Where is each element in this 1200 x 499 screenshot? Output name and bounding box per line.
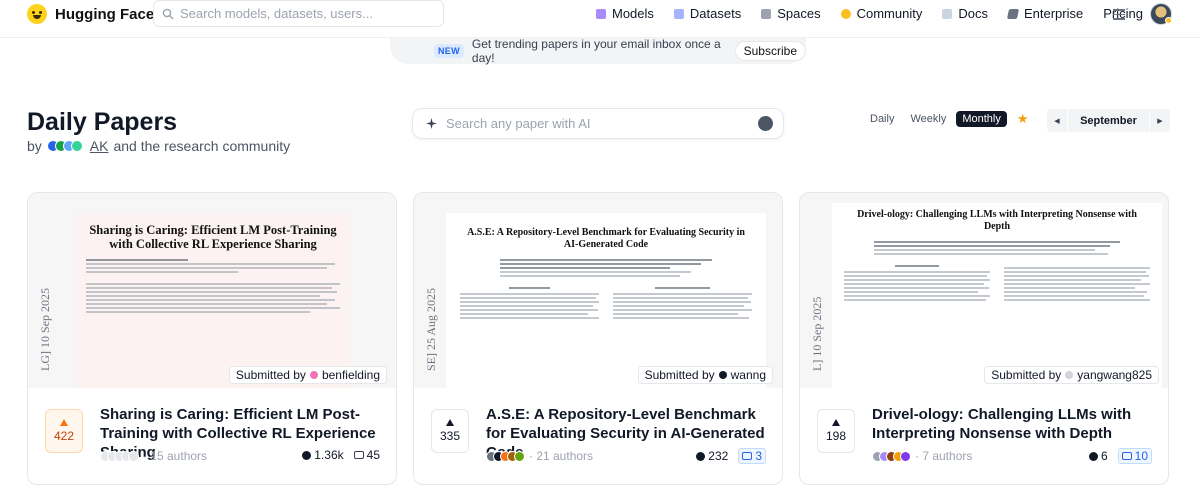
paper-authors[interactable]: · 7 authors bbox=[872, 449, 972, 463]
nav-docs[interactable]: Docs bbox=[942, 6, 988, 21]
paper-thumbnail[interactable]: A.S.E: A Repository-Level Benchmark for … bbox=[414, 193, 782, 388]
community-icon bbox=[840, 8, 851, 19]
submitter-avatar bbox=[718, 371, 727, 379]
thumbnail-title: Sharing is Caring: Efficient LM Post-Tra… bbox=[89, 223, 337, 251]
submitter-avatar bbox=[309, 371, 318, 379]
comments-count[interactable]: 10 bbox=[1117, 448, 1152, 464]
github-stars[interactable]: 6 bbox=[1088, 449, 1108, 463]
upvote-arrow-icon bbox=[832, 419, 840, 426]
search-icon bbox=[162, 8, 174, 19]
thumbnail-title: Drivel-ology: Challenging LLMs with Inte… bbox=[857, 209, 1137, 232]
comment-icon bbox=[742, 452, 753, 460]
arxiv-side-date: L] 10 Sep 2025 bbox=[810, 296, 824, 371]
star-icon[interactable]: ★ bbox=[1017, 111, 1029, 127]
paper-card[interactable]: Sharing is Caring: Efficient LM Post-Tra… bbox=[27, 192, 397, 485]
period-tabs: Daily Weekly Monthly ★ bbox=[864, 111, 1029, 127]
upvote-button[interactable]: 422 bbox=[45, 409, 83, 453]
hugging-face-logo-icon bbox=[27, 4, 47, 24]
brand-name: Hugging Face bbox=[55, 5, 155, 23]
nav-enterprise[interactable]: Enterprise bbox=[1006, 6, 1083, 21]
paper-stats: 232 3 bbox=[696, 448, 766, 464]
newsletter-banner: NEW Get trending papers in your email in… bbox=[390, 37, 806, 65]
spaces-icon bbox=[761, 8, 772, 19]
ai-paper-search[interactable] bbox=[412, 108, 784, 139]
paper-authors[interactable]: · 21 authors bbox=[486, 449, 593, 463]
tab-monthly[interactable]: Monthly bbox=[956, 111, 1007, 127]
submitted-by[interactable]: Submitted by yangwang825 bbox=[984, 366, 1159, 384]
submitted-by[interactable]: Submitted by benfielding bbox=[228, 366, 387, 384]
sparkle-icon bbox=[426, 118, 437, 129]
models-icon bbox=[596, 8, 606, 19]
prev-month-button[interactable]: ◀ bbox=[1047, 109, 1067, 132]
comments-count[interactable]: 45 bbox=[353, 448, 380, 462]
nav-community[interactable]: Community bbox=[840, 6, 922, 21]
submitted-by[interactable]: Submitted by wanng bbox=[637, 366, 773, 384]
author-avatars bbox=[872, 450, 911, 462]
datasets-icon bbox=[673, 8, 684, 19]
paper-authors[interactable]: · 15 authors bbox=[100, 449, 207, 463]
github-stars[interactable]: 232 bbox=[696, 449, 728, 463]
top-nav: Hugging Face Models Datasets Spaces Comm… bbox=[0, 0, 1200, 38]
comment-icon bbox=[1121, 452, 1132, 460]
tab-daily[interactable]: Daily bbox=[864, 111, 900, 127]
comments-count[interactable]: 3 bbox=[738, 448, 766, 464]
next-month-button[interactable]: ▶ bbox=[1150, 109, 1170, 132]
paper-stats: 1.36k 45 bbox=[302, 448, 380, 462]
menu-icon[interactable] bbox=[1113, 9, 1125, 23]
upvote-arrow-icon bbox=[60, 419, 68, 426]
subscribe-button[interactable]: Subscribe bbox=[734, 41, 806, 61]
author-link[interactable]: AK bbox=[90, 138, 109, 154]
site-search[interactable] bbox=[153, 0, 444, 27]
nav-models[interactable]: Models bbox=[596, 6, 654, 21]
paper-thumbnail[interactable]: Sharing is Caring: Efficient LM Post-Tra… bbox=[28, 193, 396, 388]
tab-weekly[interactable]: Weekly bbox=[904, 111, 952, 127]
search-input[interactable] bbox=[180, 6, 420, 21]
current-month[interactable]: September bbox=[1067, 109, 1150, 132]
comment-icon bbox=[353, 451, 364, 459]
arxiv-side-date: LG] 10 Sep 2025 bbox=[38, 288, 52, 371]
arxiv-side-date: SE] 25 Aug 2025 bbox=[424, 287, 438, 371]
upvote-arrow-icon bbox=[446, 419, 454, 426]
enterprise-icon bbox=[1006, 8, 1020, 19]
author-avatars bbox=[486, 450, 525, 462]
github-icon bbox=[696, 451, 706, 461]
upvote-button[interactable]: 198 bbox=[817, 409, 855, 453]
github-icon bbox=[1088, 451, 1098, 461]
curator-avatars bbox=[46, 140, 83, 152]
paper-card[interactable]: Drivel-ology: Challenging LLMs with Inte… bbox=[799, 192, 1169, 485]
docs-icon bbox=[942, 8, 953, 19]
byline: by AK and the research community bbox=[27, 138, 291, 154]
github-icon bbox=[302, 450, 312, 460]
nav-spaces[interactable]: Spaces bbox=[761, 6, 821, 21]
paper-thumbnail[interactable]: Drivel-ology: Challenging LLMs with Inte… bbox=[800, 193, 1168, 388]
brand-logo[interactable]: Hugging Face bbox=[27, 4, 154, 24]
ai-search-button-icon[interactable] bbox=[758, 116, 773, 131]
month-navigator: ◀ September ▶ bbox=[1047, 109, 1170, 132]
author-avatars bbox=[100, 450, 139, 462]
paper-stats: 6 10 bbox=[1088, 448, 1152, 464]
github-stars[interactable]: 1.36k bbox=[302, 448, 344, 462]
submitter-avatar bbox=[1065, 371, 1074, 379]
paper-card[interactable]: A.S.E: A Repository-Level Benchmark for … bbox=[413, 192, 783, 485]
paper-title[interactable]: Drivel-ology: Challenging LLMs with Inte… bbox=[872, 405, 1162, 443]
nav-datasets[interactable]: Datasets bbox=[673, 6, 741, 21]
ai-search-input[interactable] bbox=[446, 116, 746, 131]
banner-text: Get trending papers in your email inbox … bbox=[471, 37, 721, 65]
upvote-button[interactable]: 335 bbox=[431, 409, 469, 453]
thumbnail-title: A.S.E: A Repository-Level Benchmark for … bbox=[467, 227, 745, 250]
status-dot bbox=[1165, 17, 1172, 24]
page-title: Daily Papers bbox=[27, 108, 178, 136]
new-badge: NEW bbox=[434, 44, 464, 58]
